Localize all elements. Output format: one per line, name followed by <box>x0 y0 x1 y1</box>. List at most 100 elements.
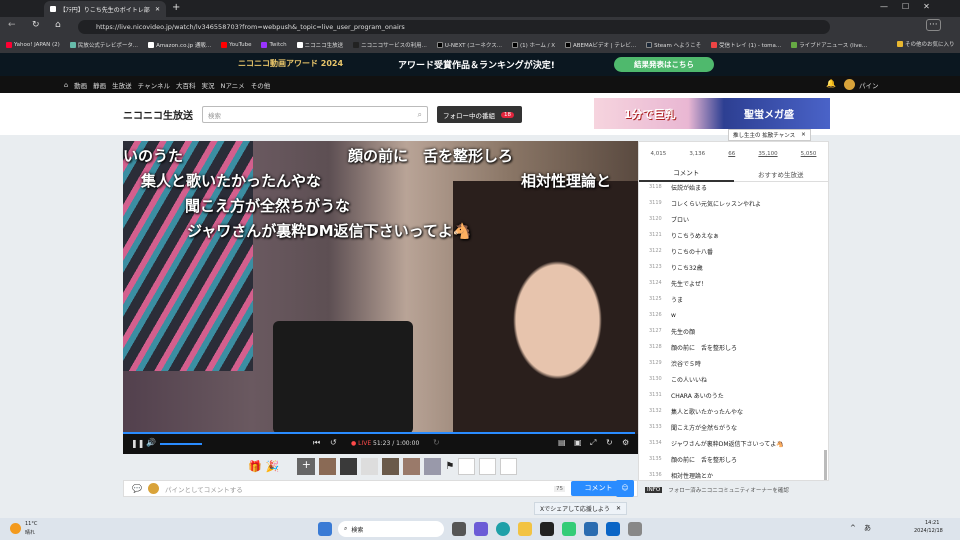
edge-icon[interactable] <box>496 522 510 536</box>
video-player[interactable]: いのうた 顔の前に 舌を整形しろ 集人と歌いたかったんやな 相対性理論と 聞こえ… <box>123 141 643 434</box>
weather-sun-icon[interactable] <box>10 523 21 534</box>
bookmarks-folder[interactable]: その他のお気に入り <box>897 40 955 48</box>
new-tab-icon[interactable]: + <box>172 2 180 13</box>
comment-input[interactable]: パインとしてコメントする <box>165 484 548 494</box>
bookmark-twitch[interactable]: Twitch <box>261 42 287 48</box>
tab-recommended[interactable]: おすすめ生放送 <box>734 169 829 179</box>
nav-anime[interactable]: Nアニメ <box>220 80 244 90</box>
item-thumb[interactable] <box>319 458 337 475</box>
settings-icon[interactable] <box>628 522 642 536</box>
comment-row[interactable]: 3136 相対性理論とか <box>639 467 822 481</box>
comment-row[interactable]: 3124 先生でよぜ！ <box>639 275 822 291</box>
browser-tab-active[interactable]: 【ｱﾃ円】りこち先生のボイトレ部 ✕ <box>44 1 166 17</box>
comment-row[interactable]: 3120 ブロい <box>639 211 822 227</box>
bookmark-amazon[interactable]: Amazon.co.jp 通販... <box>148 41 211 49</box>
comment-row[interactable]: 3118 伝説が始まる <box>639 179 822 195</box>
gift-icon[interactable]: 🎁 <box>248 460 262 473</box>
comment-row[interactable]: 3119 コレくらい元気にレッスンやれよ <box>639 195 822 211</box>
close-icon[interactable]: ✕ <box>616 505 621 512</box>
comment-row[interactable]: 3130 この人いいね <box>639 371 822 387</box>
comment-list[interactable]: 3118 伝説が始まる 3119 コレくらい元気にレッスンやれよ 3120 ブロい 3121… <box>639 179 822 481</box>
search-box[interactable]: 検索 ⌕ <box>202 106 428 123</box>
award-banner[interactable]: ニコニコ動画アワード 2024 アワード受賞作品＆ランキングが決定! 結果発表は… <box>0 53 960 76</box>
comment-row[interactable]: 3126 w <box>639 307 822 323</box>
refresh-icon[interactable]: ↻ <box>32 20 40 30</box>
comment-row[interactable]: 3129 渋谷で５時 <box>639 355 822 371</box>
url-input[interactable]: https://live.nicovideo.jp/watch/lv346558… <box>78 20 830 34</box>
start-icon[interactable] <box>318 522 332 536</box>
app-icon[interactable] <box>540 522 554 536</box>
bookmark-niconama[interactable]: ニコニコ生放送 <box>296 41 343 49</box>
outlook-icon[interactable] <box>606 522 620 536</box>
item-thumb[interactable] <box>382 458 400 475</box>
comment-row[interactable]: 3125 うま <box>639 291 822 307</box>
ime-indicator[interactable]: あ <box>864 523 871 533</box>
comment-row[interactable]: 3123 りこち32歳 <box>639 259 822 275</box>
comment-toggle-icon[interactable]: ▤ <box>558 438 566 447</box>
reload-icon[interactable]: ↻ <box>606 438 613 447</box>
volume-slider[interactable] <box>160 443 202 445</box>
comment-row[interactable]: 3131 CHARA あいのうた <box>639 387 822 403</box>
nav-dic[interactable]: 大百科 <box>176 80 196 90</box>
tray-chevron-icon[interactable]: ^ <box>850 524 856 532</box>
ad-points[interactable]: 35,100 <box>758 151 777 157</box>
bookmark-steam[interactable]: Steam へようこそ <box>646 41 701 49</box>
search-input[interactable]: 検索 <box>208 110 221 120</box>
bookmark-yahoo[interactable]: Yahoo! JAPAN (2) <box>6 42 60 48</box>
award-result-button[interactable]: 結果発表はこちら <box>614 57 714 72</box>
gift-count[interactable]: 66 <box>728 151 735 157</box>
comment-row[interactable]: 3134 ジャワさんが裏粋DM返信下さいってよ🐴 <box>639 435 822 451</box>
explorer-icon[interactable] <box>518 522 532 536</box>
item-slot[interactable] <box>500 458 518 475</box>
item-thumb[interactable] <box>361 458 379 475</box>
emoji-icon[interactable]: ☺ <box>616 480 634 497</box>
nav-seiga[interactable]: 静画 <box>93 80 106 90</box>
bookmark-x[interactable]: (1) ホーム / X <box>512 41 555 49</box>
copilot-icon[interactable] <box>474 522 488 536</box>
item-thumb[interactable] <box>340 458 358 475</box>
item-slot[interactable] <box>458 458 476 475</box>
nav-live[interactable]: 生放送 <box>112 80 132 90</box>
comment-row[interactable]: 3127 先生の顔 <box>639 323 822 339</box>
party-icon[interactable]: 🎉 <box>266 460 280 473</box>
share-chip[interactable]: Xでシェアして応援しよう ✕ <box>534 502 627 515</box>
comment-command-icon[interactable]: 💬 <box>132 484 142 493</box>
bookmark-abema[interactable]: ABEMAビデオ | テレビ... <box>565 41 636 49</box>
niconama-logo[interactable]: ニコニコ生放送 <box>123 107 193 122</box>
forward-icon[interactable]: ↻ <box>433 438 440 447</box>
comment-row[interactable]: 3135 顔の前に 舌を整形しろ <box>639 451 822 467</box>
app-icon[interactable] <box>584 522 598 536</box>
home-icon[interactable]: ⌂ <box>64 81 68 89</box>
comment-row[interactable]: 3133 聞こえ方が全然ちがうな <box>639 419 822 435</box>
bookmark-livedoor[interactable]: ライブドアニュース (live... <box>791 41 867 49</box>
back-icon[interactable]: ← <box>8 20 16 30</box>
window-controls[interactable]: —☐✕ <box>880 2 944 11</box>
bookmark-nico-service[interactable]: ニコニコサービスの利用... <box>353 41 427 49</box>
menu-icon[interactable]: ··· <box>926 19 941 31</box>
pause-icon[interactable]: ❚❚ <box>131 439 144 448</box>
settings-icon[interactable]: ⚙ <box>622 438 629 447</box>
info-bar[interactable]: INFO フォロー済みニコニコミュニティオーナーを確認 <box>645 484 789 496</box>
comment-row[interactable]: 3121 りこちうめえなぁ <box>639 227 822 243</box>
comment-row[interactable]: 3122 りこちの十八番 <box>639 243 822 259</box>
user-menu[interactable]: パイン <box>844 79 879 90</box>
search-icon[interactable]: ⌕ <box>418 110 427 120</box>
bookmark-gmail[interactable]: 受信トレイ (1) - toma... <box>711 41 781 49</box>
bookmark-youtube[interactable]: YouTube <box>221 42 251 48</box>
volume-icon[interactable]: 🔊 <box>146 438 156 447</box>
other-points[interactable]: 5,050 <box>801 151 817 157</box>
flag-icon[interactable]: ⚑ <box>445 461 454 472</box>
scrollbar[interactable] <box>824 450 827 480</box>
bookmark-tver[interactable]: 民放公式テレビポータ... <box>69 41 138 49</box>
fullscreen-icon[interactable]: ⤢ <box>590 438 596 448</box>
theater-icon[interactable]: ▣ <box>574 438 582 447</box>
item-thumb[interactable] <box>403 458 421 475</box>
nav-channel[interactable]: チャンネル <box>138 80 170 90</box>
ad-banner[interactable]: 1分で巨乳 聖蛍メガ盛 <box>594 98 830 129</box>
nav-other[interactable]: その他 <box>251 80 271 90</box>
taskbar-search[interactable]: ⌕ 検索 <box>338 521 444 537</box>
rewind-icon[interactable]: ↺ <box>330 438 337 447</box>
comment-row[interactable]: 3132 集人と歌いたかったんやな <box>639 403 822 419</box>
close-tab-icon[interactable]: ✕ <box>155 6 160 13</box>
app-icon[interactable] <box>562 522 576 536</box>
